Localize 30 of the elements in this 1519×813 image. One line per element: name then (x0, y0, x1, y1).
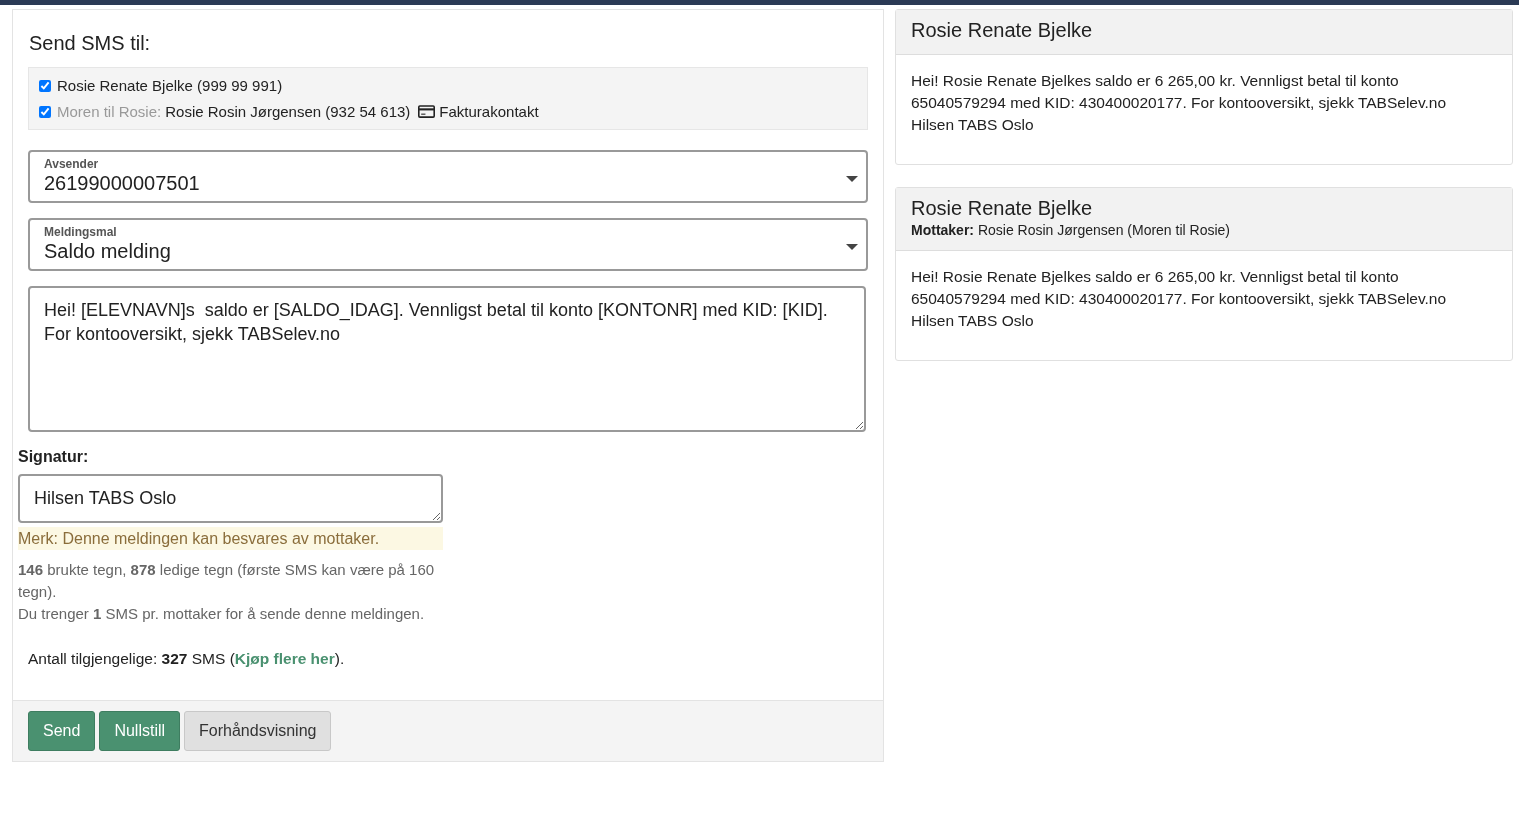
message-field[interactable]: Hei! [ELEVNAVN]s saldo er [SALDO_IDAG]. Vennligst betal til konto [KONTONR] med KID: [KID]. For kontooversikt, sjekk TABSelev.no (28, 286, 866, 432)
character-count-text: Du trenger 1 SMS pr. mottaker for å sende denne meldingen. (18, 604, 426, 624)
preview-signature: Hilsen TABS Oslo (911, 311, 1035, 331)
form-heading: Send SMS til: (29, 32, 152, 55)
recipient-name: Rosie Rosin Jørgensen (932 54 613) (165, 103, 411, 120)
available-sms-text: Antall tilgjengelige: 327 SMS (Kjøp flere her). (28, 650, 346, 668)
preview-recipient: Mottaker: Rosie Rosin Jørgensen (Moren til Rosie) (911, 222, 1231, 238)
preview-message: Hei! Rosie Renate Bjelkes saldo er 6 265,00 kr. Vennligst betal til konto 65040579294 med KID: 430400020177. For kontooversikt, sjekk TABSelev.no (911, 71, 1448, 113)
action-button[interactable]: Send (28, 711, 96, 751)
sender-select[interactable]: Avsender 26199000007501 (28, 150, 868, 203)
preview-title: Rosie Renate Bjelke (911, 19, 1094, 42)
signature-field[interactable]: Hilsen TABS Oslo (18, 474, 443, 523)
relation-label: Moren til Rosie: (57, 103, 162, 120)
preview-signature: Hilsen TABS Oslo (911, 115, 1035, 135)
caret-icon (846, 176, 858, 182)
recipient-checkbox[interactable] (39, 79, 51, 92)
signature-label: Signatur: (18, 448, 90, 466)
action-button[interactable]: Nullstill (99, 711, 181, 751)
credit-card-icon (418, 105, 436, 118)
caret-icon (846, 244, 858, 250)
recipient-checkbox[interactable] (39, 105, 51, 118)
character-count-text: 146 brukte tegn, 878 ledige tegn (første SMS kan være på 160 tegn). (18, 560, 436, 602)
recipient-name: Rosie Renate Bjelke (999 99 991) (57, 77, 283, 94)
contact-tag: Fakturakontakt (439, 103, 539, 120)
template-select[interactable]: Meldingsmal Saldo melding (28, 218, 868, 271)
preview-button[interactable]: Forhåndsvisning (184, 711, 332, 751)
buy-more-link[interactable]: Kjøp flere her (234, 650, 335, 667)
preview-title: Rosie Renate Bjelke (911, 197, 1094, 220)
preview-message: Hei! Rosie Renate Bjelkes saldo er 6 265,00 kr. Vennligst betal til konto 65040579294 med KID: 430400020177. For kontooversikt, sjekk TABSelev.no (911, 267, 1448, 309)
reply-notice: Merk: Denne meldingen kan besvares av mottaker. (18, 527, 443, 550)
